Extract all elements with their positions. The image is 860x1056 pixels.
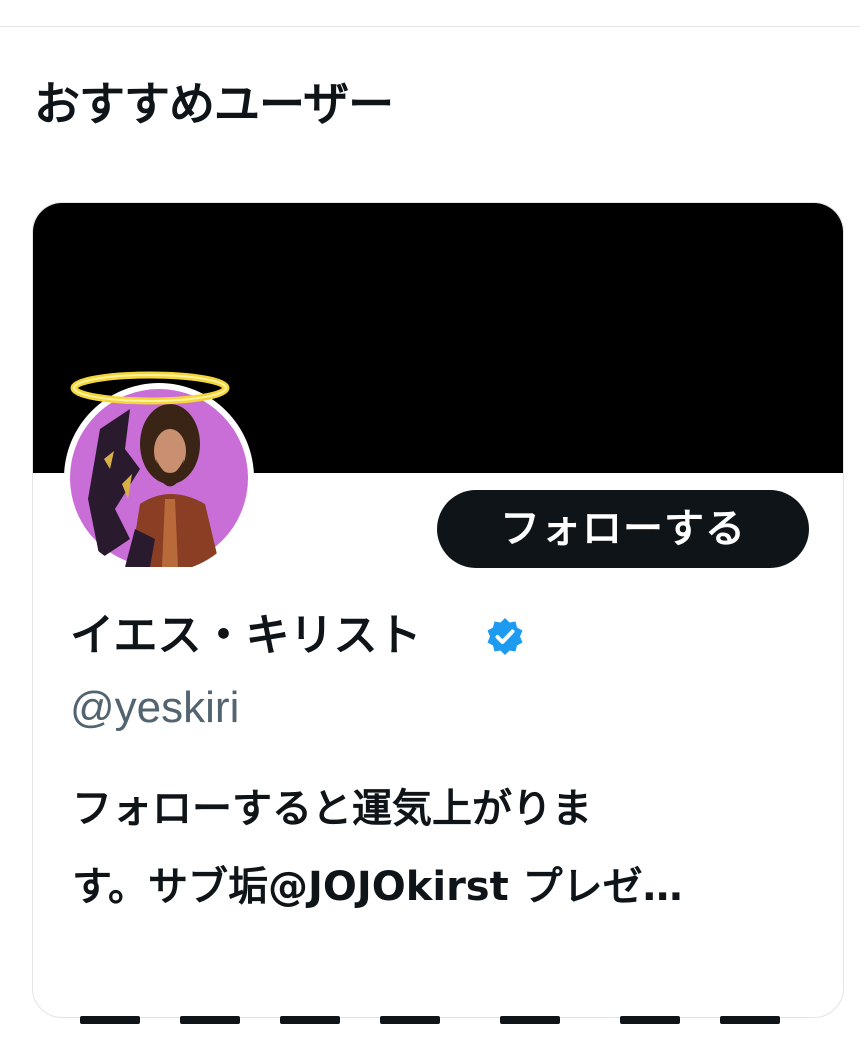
- display-name[interactable]: イエス・キリスト: [70, 604, 422, 668]
- bio-line: フォローすると運気上がりま: [72, 786, 592, 832]
- next-card-peek: [32, 1016, 844, 1056]
- top-divider: [0, 26, 860, 27]
- section-title: おすすめユーザー: [34, 77, 394, 131]
- avatar[interactable]: [64, 383, 254, 573]
- avatar-image: [70, 389, 248, 567]
- follow-button[interactable]: フォローする: [437, 490, 809, 568]
- bio-line: す。サブ垢@JOJOkirst プレゼ…: [72, 864, 683, 910]
- verified-badge-icon: [487, 618, 523, 655]
- user-bio: フォローすると運気上がりま す。サブ垢@JOJOkirst プレゼ…: [72, 770, 792, 926]
- next-card-text-fragment: [80, 1016, 140, 1024]
- user-handle[interactable]: @yeskiri: [70, 680, 239, 736]
- halo-icon: [70, 371, 230, 405]
